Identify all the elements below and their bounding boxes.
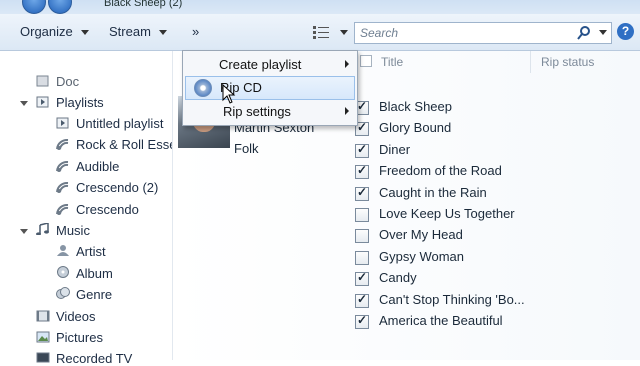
- sidebar-item-album[interactable]: Album: [56, 266, 113, 281]
- track-title: Over My Head: [379, 227, 463, 243]
- column-divider: [530, 51, 531, 73]
- sidebar-item-label: Crescendo: [76, 202, 139, 217]
- sidebar-item-label: Playlists: [56, 95, 104, 110]
- auto-playlist-icon: [56, 160, 69, 172]
- sidebar-item-genre[interactable]: Genre: [56, 287, 112, 302]
- column-header-rip-status[interactable]: Rip status: [541, 55, 594, 69]
- album-genre: Folk: [234, 141, 259, 156]
- sidebar-item-artist[interactable]: Artist: [56, 244, 106, 259]
- sidebar-item-recorded-tv[interactable]: Recorded TV: [36, 351, 132, 366]
- auto-playlist-icon: [56, 203, 69, 215]
- sidebar-item-playlists[interactable]: Playlists: [36, 95, 104, 110]
- sidebar-item-crescendo-2[interactable]: Crescendo (2): [56, 180, 158, 195]
- sidebar-item-rock-roll[interactable]: Rock & Roll Esse: [56, 137, 176, 152]
- submenu-arrow-icon: [345, 107, 349, 115]
- expand-toggle-icon[interactable]: [20, 101, 28, 106]
- sidebar-item-doc[interactable]: Doc: [36, 74, 79, 89]
- track-checkbox[interactable]: [355, 250, 369, 265]
- more-commands-button[interactable]: »: [192, 24, 199, 39]
- track-checkbox[interactable]: [355, 292, 369, 308]
- sidebar-item-videos[interactable]: Videos: [36, 309, 96, 324]
- sidebar-item-label: Doc: [56, 74, 80, 89]
- forward-button[interactable]: [48, 0, 72, 14]
- sidebar-item-untitled-playlist[interactable]: Untitled playlist: [56, 116, 163, 131]
- menu-item-rip-settings[interactable]: Rip settings: [183, 100, 357, 122]
- sidebar-item-label: Videos: [56, 309, 96, 324]
- sidebar-item-label: Album: [76, 266, 113, 281]
- organize-label: Organize: [20, 24, 73, 39]
- sidebar-item-music[interactable]: Music: [36, 223, 90, 238]
- album-icon: [57, 266, 69, 278]
- track-title: Candy: [379, 270, 417, 286]
- genre-icon: [56, 287, 70, 299]
- track-title: Diner: [379, 141, 411, 157]
- sidebar-item-label: Music: [56, 223, 90, 238]
- track-checkbox[interactable]: [355, 229, 369, 244]
- submenu-arrow-icon: [345, 60, 349, 68]
- organize-menu-button[interactable]: Organize: [20, 24, 89, 39]
- chevron-down-icon: [80, 30, 89, 36]
- menu-item-label: Create playlist: [219, 57, 302, 72]
- search-placeholder: Search: [360, 26, 399, 40]
- track-title: Freedom of the Road: [379, 163, 502, 179]
- sidebar-item-label: Untitled playlist: [76, 116, 164, 131]
- search-input[interactable]: Search: [354, 22, 612, 44]
- mouse-cursor-icon: [222, 84, 236, 104]
- chevron-down-icon: [158, 30, 167, 36]
- track-checkbox[interactable]: [355, 208, 369, 222]
- sidebar-item-label: Recorded TV: [56, 351, 133, 366]
- sidebar-item-label: Genre: [76, 287, 113, 302]
- sidebar-item-crescendo[interactable]: Crescendo: [56, 202, 139, 217]
- track-title: Caught in the Rain: [379, 184, 487, 200]
- music-icon: [36, 223, 49, 235]
- cd-icon: [194, 79, 212, 97]
- search-dropdown-icon[interactable]: [599, 30, 607, 35]
- menu-item-rip-cd[interactable]: Rip CD: [185, 76, 355, 100]
- search-icon[interactable]: [577, 26, 591, 40]
- person-icon: [57, 245, 69, 256]
- video-icon: [36, 310, 50, 322]
- sidebar-item-label: Crescendo (2): [76, 180, 159, 195]
- sidebar-item-label: Rock & Roll Esse: [76, 137, 177, 152]
- playlist-icon: [56, 117, 69, 129]
- track-title: Gypsy Woman: [379, 248, 465, 264]
- track-checkbox[interactable]: [355, 313, 369, 329]
- rip-dropdown-menu: Create playlist Rip CD Rip settings: [182, 50, 358, 126]
- picture-icon: [36, 331, 50, 343]
- column-header-title[interactable]: Title: [381, 55, 403, 69]
- select-all-checkbox[interactable]: [360, 55, 372, 70]
- back-button[interactable]: [22, 0, 46, 14]
- track-checkbox[interactable]: [355, 270, 369, 287]
- sidebar-item-audible[interactable]: Audible: [56, 159, 119, 174]
- sidebar-item-pictures[interactable]: Pictures: [36, 330, 103, 345]
- view-options-icon[interactable]: [313, 25, 329, 39]
- title-bar: Black Sheep (2): [0, 0, 640, 14]
- track-checkbox[interactable]: [355, 142, 369, 158]
- help-button[interactable]: ?: [617, 23, 634, 40]
- navigation-pane: Doc Playlists Untitled playlist Rock & R…: [0, 51, 176, 366]
- track-checkbox[interactable]: [355, 185, 369, 201]
- tv-icon: [36, 352, 50, 363]
- breadcrumb[interactable]: Black Sheep (2): [104, 0, 182, 9]
- view-options-dropdown-icon[interactable]: [340, 30, 348, 35]
- track-title: Black Sheep: [379, 99, 452, 114]
- track-title: Glory Bound: [379, 120, 452, 136]
- doc-icon: [36, 75, 49, 87]
- auto-playlist-icon: [56, 138, 69, 150]
- track-title: America the Beautiful: [379, 313, 503, 328]
- stream-label: Stream: [109, 24, 151, 39]
- menu-item-label: Rip settings: [223, 104, 291, 119]
- track-title: Love Keep Us Together: [379, 206, 515, 221]
- expand-toggle-icon[interactable]: [20, 229, 28, 234]
- auto-playlist-icon: [56, 181, 69, 193]
- track-checkbox[interactable]: [355, 163, 369, 180]
- menu-item-create-playlist[interactable]: Create playlist: [183, 53, 357, 75]
- sidebar-item-label: Artist: [76, 244, 106, 259]
- sidebar-item-label: Pictures: [56, 330, 103, 345]
- sidebar-item-label: Audible: [76, 159, 120, 174]
- track-title: Can't Stop Thinking 'Bo...: [379, 291, 525, 307]
- playlist-icon: [36, 96, 49, 108]
- stream-menu-button[interactable]: Stream: [109, 24, 167, 39]
